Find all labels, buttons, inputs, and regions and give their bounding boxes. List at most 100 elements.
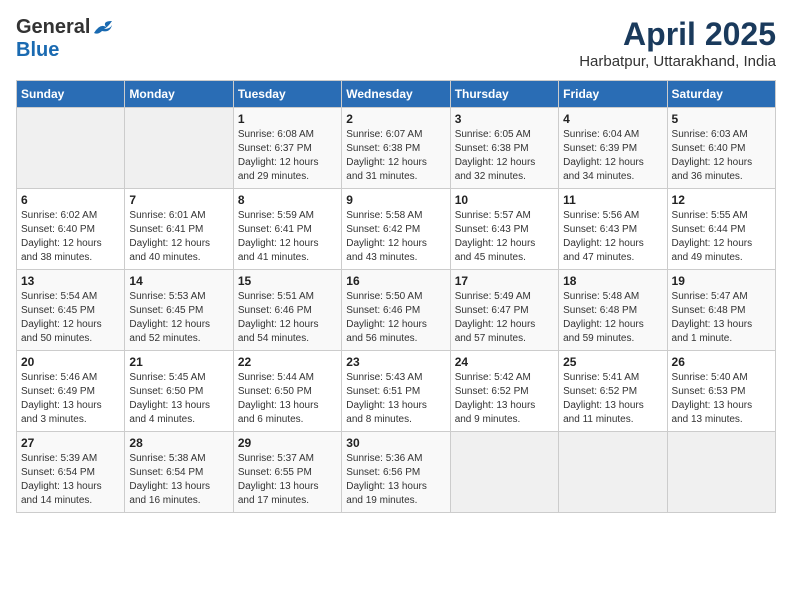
calendar-cell: 9Sunrise: 5:58 AM Sunset: 6:42 PM Daylig… [342,189,450,270]
calendar-cell [559,432,667,513]
day-number: 3 [455,112,554,126]
day-info: Sunrise: 5:54 AM Sunset: 6:45 PM Dayligh… [21,290,120,346]
day-info: Sunrise: 5:38 AM Sunset: 6:54 PM Dayligh… [129,452,228,508]
calendar-cell: 17 Sunrise: 5:49 AM Sunset: 6:47 PM Dayli… [450,270,558,351]
calendar-cell: 29 Sunrise: 5:37 AM Sunset: 6:55 PM Dayli… [233,432,341,513]
day-header-friday: Friday [559,81,667,108]
week-row-3: 13 Sunrise: 5:54 AM Sunset: 6:45 PM Dayli… [17,270,776,351]
calendar-cell [450,432,558,513]
day-number: 28 [129,436,228,450]
day-info: Sunrise: 6:04 AM Sunset: 6:39 PM Dayligh… [563,128,662,184]
day-info: Sunrise: 5:47 AM Sunset: 6:48 PM Dayligh… [672,290,771,346]
day-number: 25 [563,355,662,369]
calendar-cell: 20 Sunrise: 5:46 AM Sunset: 6:49 PM Dayli… [17,351,125,432]
day-info: Sunrise: 5:53 AM Sunset: 6:45 PM Dayligh… [129,290,228,346]
day-info: Sunrise: 5:44 AM Sunset: 6:50 PM Dayligh… [238,371,337,427]
days-of-week-row: SundayMondayTuesdayWednesdayThursdayFrid… [17,81,776,108]
calendar-header: SundayMondayTuesdayWednesdayThursdayFrid… [17,81,776,108]
calendar-cell [125,108,233,189]
logo-general: General [16,16,90,39]
day-number: 2 [346,112,445,126]
calendar-cell: 24 Sunrise: 5:42 AM Sunset: 6:52 PM Dayli… [450,351,558,432]
calendar-cell: 18Sunrise: 5:48 AM Sunset: 6:48 PM Dayli… [559,270,667,351]
day-number: 26 [672,355,771,369]
calendar-cell: 5 Sunrise: 6:03 AM Sunset: 6:40 PM Daylig… [667,108,775,189]
calendar-cell [667,432,775,513]
day-info: Sunrise: 5:40 AM Sunset: 6:53 PM Dayligh… [672,371,771,427]
day-number: 24 [455,355,554,369]
day-header-sunday: Sunday [17,81,125,108]
calendar-cell: 8 Sunrise: 5:59 AM Sunset: 6:41 PM Daylig… [233,189,341,270]
calendar-cell: 30Sunrise: 5:36 AM Sunset: 6:56 PM Dayli… [342,432,450,513]
calendar-cell: 28 Sunrise: 5:38 AM Sunset: 6:54 PM Dayli… [125,432,233,513]
day-number: 6 [21,193,120,207]
day-info: Sunrise: 6:05 AM Sunset: 6:38 PM Dayligh… [455,128,554,184]
day-number: 30 [346,436,445,450]
day-number: 21 [129,355,228,369]
week-row-5: 27Sunrise: 5:39 AM Sunset: 6:54 PM Dayli… [17,432,776,513]
week-row-1: 1 Sunrise: 6:08 AM Sunset: 6:37 PM Daylig… [17,108,776,189]
day-number: 7 [129,193,228,207]
day-number: 17 [455,274,554,288]
calendar-cell [17,108,125,189]
calendar-cell: 3 Sunrise: 6:05 AM Sunset: 6:38 PM Daylig… [450,108,558,189]
logo-blue: Blue [16,39,59,61]
day-number: 16 [346,274,445,288]
day-info: Sunrise: 5:50 AM Sunset: 6:46 PM Dayligh… [346,290,445,346]
day-number: 14 [129,274,228,288]
day-info: Sunrise: 6:02 AM Sunset: 6:40 PM Dayligh… [21,209,120,265]
calendar-cell: 13 Sunrise: 5:54 AM Sunset: 6:45 PM Dayli… [17,270,125,351]
day-info: Sunrise: 6:01 AM Sunset: 6:41 PM Dayligh… [129,209,228,265]
calendar-cell: 26 Sunrise: 5:40 AM Sunset: 6:53 PM Dayli… [667,351,775,432]
title-area: April 2025 Harbatpur, Uttarakhand, India [579,16,776,70]
calendar-cell: 14 Sunrise: 5:53 AM Sunset: 6:45 PM Dayli… [125,270,233,351]
day-info: Sunrise: 5:59 AM Sunset: 6:41 PM Dayligh… [238,209,337,265]
day-info: Sunrise: 5:49 AM Sunset: 6:47 PM Dayligh… [455,290,554,346]
calendar-cell: 7 Sunrise: 6:01 AM Sunset: 6:41 PM Daylig… [125,189,233,270]
day-number: 19 [672,274,771,288]
calendar-cell: 27Sunrise: 5:39 AM Sunset: 6:54 PM Dayli… [17,432,125,513]
day-info: Sunrise: 5:51 AM Sunset: 6:46 PM Dayligh… [238,290,337,346]
day-info: Sunrise: 5:41 AM Sunset: 6:52 PM Dayligh… [563,371,662,427]
day-info: Sunrise: 5:43 AM Sunset: 6:51 PM Dayligh… [346,371,445,427]
calendar-cell: 12Sunrise: 5:55 AM Sunset: 6:44 PM Dayli… [667,189,775,270]
day-number: 22 [238,355,337,369]
header: General Blue April 2025 Harbatpur, Uttar… [16,16,776,70]
day-header-tuesday: Tuesday [233,81,341,108]
logo-bird-icon [92,19,114,37]
calendar-cell: 19 Sunrise: 5:47 AM Sunset: 6:48 PM Dayli… [667,270,775,351]
day-number: 29 [238,436,337,450]
calendar-cell: 4Sunrise: 6:04 AM Sunset: 6:39 PM Daylig… [559,108,667,189]
day-number: 20 [21,355,120,369]
logo: General Blue [16,16,114,62]
calendar-cell: 1 Sunrise: 6:08 AM Sunset: 6:37 PM Daylig… [233,108,341,189]
day-info: Sunrise: 6:08 AM Sunset: 6:37 PM Dayligh… [238,128,337,184]
day-info: Sunrise: 5:37 AM Sunset: 6:55 PM Dayligh… [238,452,337,508]
calendar-table: SundayMondayTuesdayWednesdayThursdayFrid… [16,80,776,513]
day-number: 15 [238,274,337,288]
location-subtitle: Harbatpur, Uttarakhand, India [579,53,776,70]
day-info: Sunrise: 5:45 AM Sunset: 6:50 PM Dayligh… [129,371,228,427]
calendar-cell: 21 Sunrise: 5:45 AM Sunset: 6:50 PM Dayli… [125,351,233,432]
day-number: 5 [672,112,771,126]
day-number: 23 [346,355,445,369]
calendar-cell: 10 Sunrise: 5:57 AM Sunset: 6:43 PM Dayli… [450,189,558,270]
day-info: Sunrise: 5:58 AM Sunset: 6:42 PM Dayligh… [346,209,445,265]
day-info: Sunrise: 5:57 AM Sunset: 6:43 PM Dayligh… [455,209,554,265]
day-info: Sunrise: 5:39 AM Sunset: 6:54 PM Dayligh… [21,452,120,508]
month-year-title: April 2025 [579,16,776,53]
calendar-cell: 2 Sunrise: 6:07 AM Sunset: 6:38 PM Daylig… [342,108,450,189]
day-info: Sunrise: 5:42 AM Sunset: 6:52 PM Dayligh… [455,371,554,427]
day-number: 13 [21,274,120,288]
day-header-wednesday: Wednesday [342,81,450,108]
day-number: 8 [238,193,337,207]
day-number: 10 [455,193,554,207]
day-number: 1 [238,112,337,126]
day-header-thursday: Thursday [450,81,558,108]
day-info: Sunrise: 6:07 AM Sunset: 6:38 PM Dayligh… [346,128,445,184]
day-info: Sunrise: 5:46 AM Sunset: 6:49 PM Dayligh… [21,371,120,427]
calendar-cell: 25 Sunrise: 5:41 AM Sunset: 6:52 PM Dayli… [559,351,667,432]
day-info: Sunrise: 5:55 AM Sunset: 6:44 PM Dayligh… [672,209,771,265]
day-info: Sunrise: 6:03 AM Sunset: 6:40 PM Dayligh… [672,128,771,184]
day-header-monday: Monday [125,81,233,108]
